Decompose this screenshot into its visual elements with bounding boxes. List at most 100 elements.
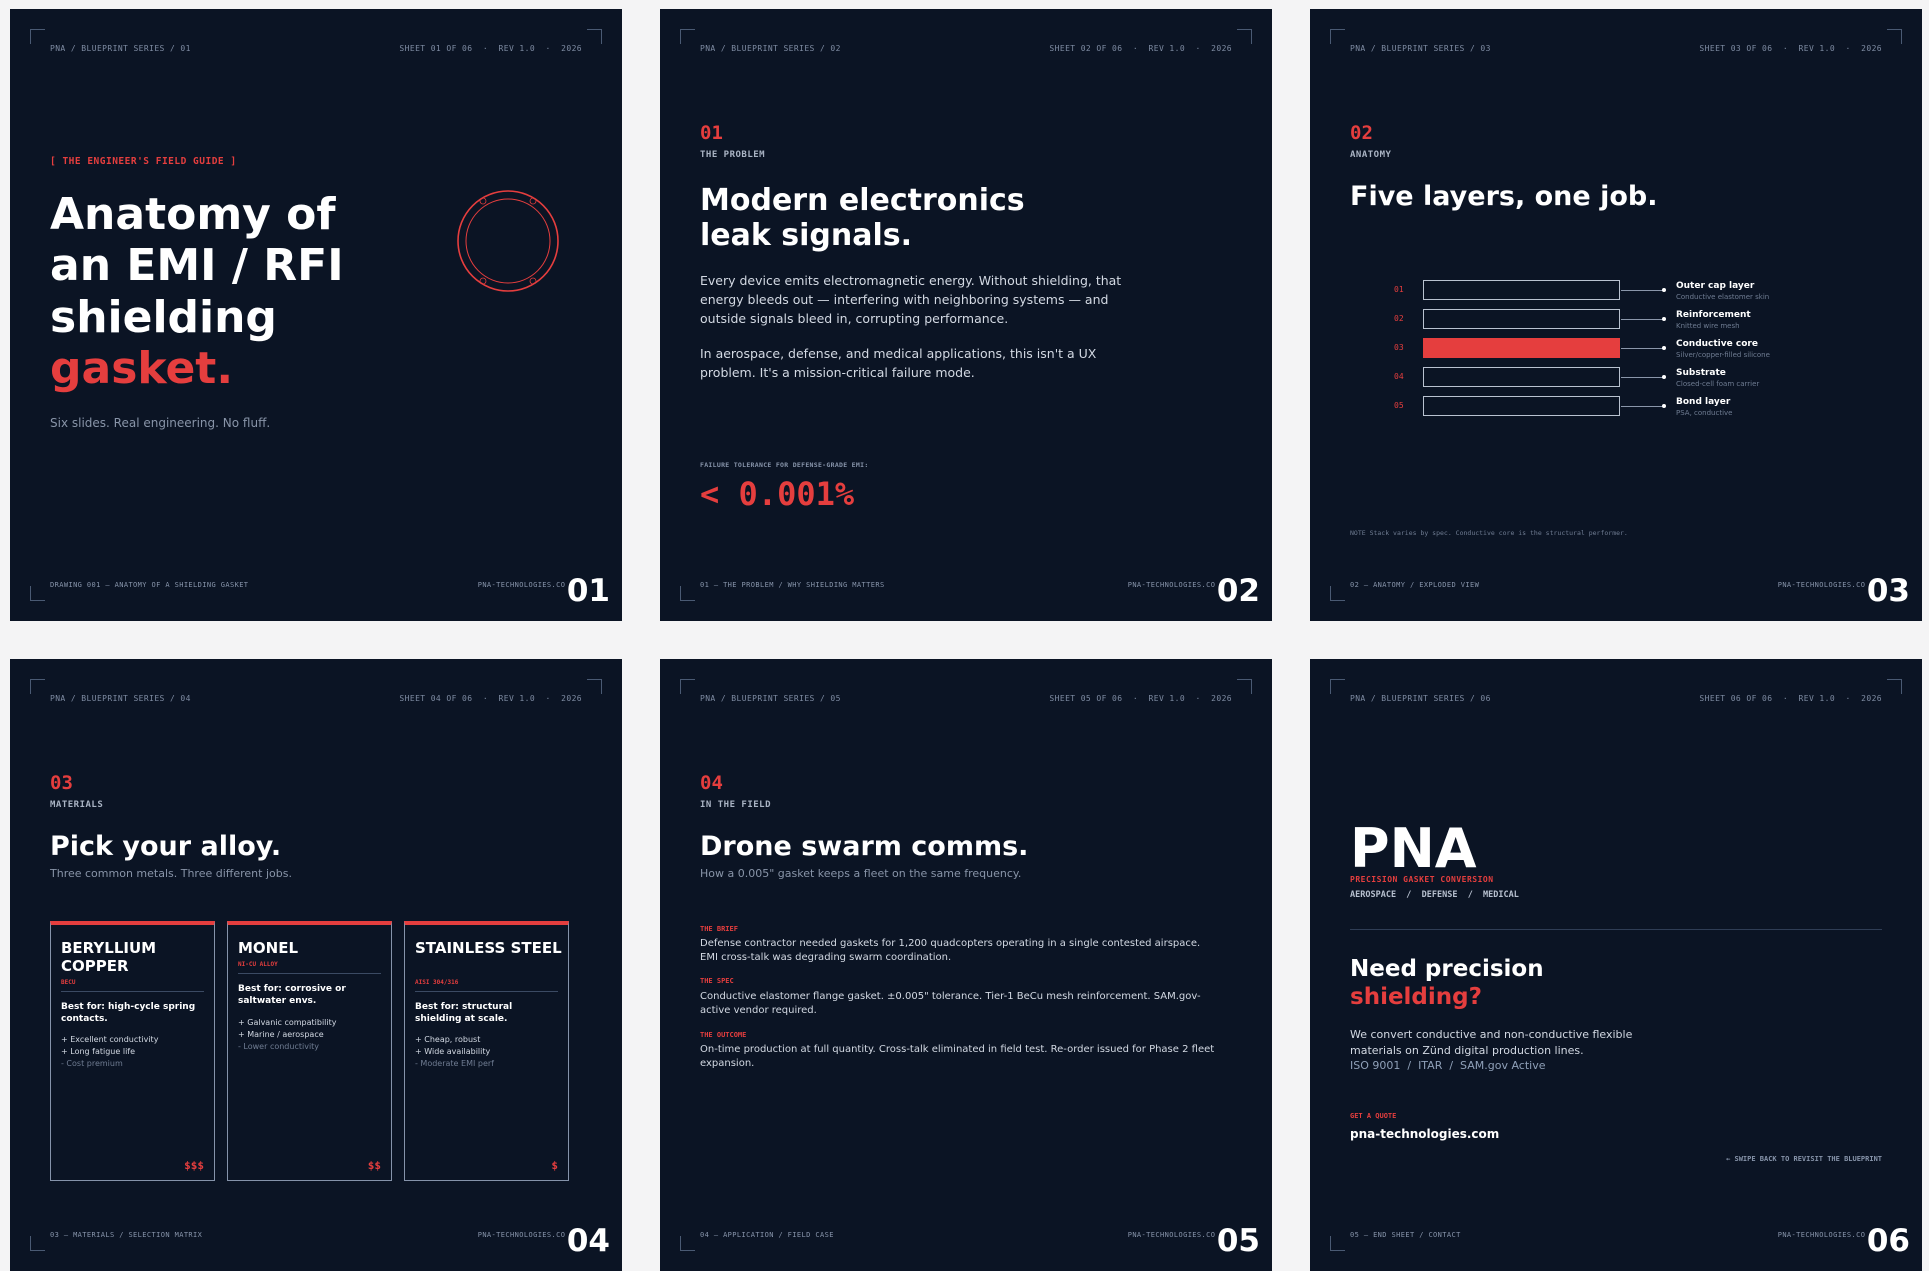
sheet-rev-label: SHEET 05 OF 06 · REV 1.0 · 2026 (1049, 694, 1232, 703)
case-outcome-label: THE OUTCOME (700, 1031, 747, 1039)
sheet-rev-label: SHEET 04 OF 06 · REV 1.0 · 2026 (399, 694, 582, 703)
leader-line (1621, 406, 1663, 407)
sheet-series-label: PNA / BLUEPRINT SERIES / 05 (700, 694, 841, 703)
page-number: 06 (1864, 1223, 1910, 1259)
card-best-for: Best for: corrosive or saltwater envs. (238, 984, 346, 1007)
layer-bar (1423, 367, 1620, 387)
leader-dot (1662, 346, 1666, 350)
leader-line (1621, 377, 1663, 378)
card-code: BECU (61, 979, 76, 986)
layer-desc: Silver/copper-filled silicone (1676, 351, 1770, 359)
divider (1350, 929, 1882, 930)
card-con: - Lower conductivity (238, 1042, 320, 1051)
card-best-for: Best for: high-cycle spring contacts. (61, 1002, 196, 1025)
corner-mark (1237, 679, 1252, 694)
layer-desc: PSA, conductive (1676, 409, 1733, 417)
card-code: AISI 304/316 (415, 979, 459, 986)
slide-3: PNA / BLUEPRINT SERIES / 03 SHEET 03 OF … (1310, 9, 1922, 621)
card-pro: + Galvanic compatibility (238, 1018, 337, 1027)
case-spec-label: THE SPEC (700, 977, 734, 985)
layer-bar-highlight (1423, 338, 1620, 358)
page-title: Drone swarm comms. (700, 831, 1029, 862)
card-pro: + Wide availability (415, 1047, 491, 1056)
corner-mark (680, 679, 695, 694)
section-number: 02 (1350, 122, 1373, 144)
layer-number: 05 (1394, 401, 1404, 410)
corner-mark (1887, 679, 1902, 694)
leader-line (1621, 319, 1663, 320)
website-link[interactable]: pna-technologies.com (1350, 1127, 1499, 1141)
leader-dot (1662, 288, 1666, 292)
certifications: ISO 9001 / ITAR / SAM.gov Active (1350, 1059, 1546, 1072)
section-label: THE PROBLEM (700, 150, 766, 160)
footer-site-label: PNA-TECHNOLOGIES.COM (1127, 581, 1220, 589)
layer-name: Substrate (1676, 368, 1726, 378)
problem-paragraph: Every device emits electromagnetic energ… (700, 273, 1122, 326)
corner-mark (1237, 29, 1252, 44)
footer-drawing-label: 05 — END SHEET / CONTACT (1350, 1231, 1461, 1239)
alloy-card: BERYLLIUM COPPER BECU Best for: high-cyc… (50, 921, 215, 1181)
layer-name: Bond layer (1676, 397, 1731, 407)
layer-name: Conductive core (1676, 339, 1758, 349)
card-pro: + Marine / aerospace (238, 1030, 324, 1039)
cta-title: Need precision shielding? (1350, 956, 1544, 1011)
corner-mark (587, 29, 602, 44)
title-line: Modern electronics (700, 183, 1025, 218)
card-price: $$$ (184, 1159, 204, 1172)
layer-bar (1423, 309, 1620, 329)
card-price: $$ (367, 1159, 381, 1172)
section-number: 01 (700, 122, 723, 144)
card-title: BERYLLIUM COPPER (61, 939, 157, 975)
section-number: 04 (700, 772, 723, 794)
corner-mark (1330, 29, 1345, 44)
page-subtitle: Six slides. Real engineering. No fluff. (50, 416, 271, 430)
slide-6: PNA / BLUEPRINT SERIES / 06 SHEET 06 OF … (1310, 659, 1922, 1271)
corner-mark (1887, 29, 1902, 44)
sheet-rev-label: SHEET 03 OF 06 · REV 1.0 · 2026 (1699, 44, 1882, 53)
card-divider (415, 991, 558, 992)
diagram-note: NOTE Stack varies by spec. Conductive co… (1350, 529, 1628, 537)
slide-1: PNA / BLUEPRINT SERIES / 01 SHEET 01 OF … (10, 9, 622, 621)
corner-mark (680, 29, 695, 44)
layer-name: Outer cap layer (1676, 281, 1755, 291)
corner-mark (587, 679, 602, 694)
card-price: $ (551, 1159, 558, 1172)
footer-drawing-label: 04 — APPLICATION / FIELD CASE (700, 1231, 834, 1239)
title-line: shielding (50, 291, 277, 343)
layer-number: 04 (1394, 372, 1404, 381)
layer-desc: Conductive elastomer skin (1676, 293, 1770, 301)
card-pro: + Excellent conductivity (61, 1035, 159, 1044)
page-number: 04 (564, 1223, 610, 1259)
leader-line (1621, 348, 1663, 349)
section-number: 03 (50, 772, 73, 794)
layer-bar (1423, 396, 1620, 416)
leader-line (1621, 290, 1663, 291)
card-title: STAINLESS STEEL (415, 939, 562, 957)
alloy-card: STAINLESS STEEL AISI 304/316 Best for: s… (404, 921, 569, 1181)
leader-dot (1662, 317, 1666, 321)
gasket-ring-icon (457, 190, 559, 292)
corner-mark (30, 679, 45, 694)
section-label: IN THE FIELD (700, 800, 772, 810)
footer-drawing-label: 02 — ANATOMY / EXPLODED VIEW (1350, 581, 1480, 589)
footer-site-label: PNA-TECHNOLOGIES.COM (1777, 1231, 1870, 1239)
card-divider (238, 973, 381, 974)
layer-number: 01 (1394, 285, 1404, 294)
kicker: [ THE ENGINEER'S FIELD GUIDE ] (50, 156, 237, 167)
slide-4: PNA / BLUEPRINT SERIES / 04 SHEET 04 OF … (10, 659, 622, 1271)
footer-drawing-label: 03 — MATERIALS / SELECTION MATRIX (50, 1231, 203, 1239)
layer-number: 02 (1394, 314, 1404, 323)
card-con: - Cost premium (61, 1059, 123, 1068)
cta-text: We convert conductive and non-conductive… (1350, 1028, 1633, 1057)
footer-site-label: PNA-TECHNOLOGIES.COM (477, 1231, 570, 1239)
title-line: an EMI / RFI (50, 240, 344, 292)
case-brief-text: Defense contractor needed gaskets for 1,… (700, 938, 1201, 963)
layer-name: Reinforcement (1676, 310, 1751, 320)
corner-mark (30, 1236, 45, 1251)
slide-2: PNA / BLUEPRINT SERIES / 02 SHEET 02 OF … (660, 9, 1272, 621)
card-code: NI-CU ALLOY (238, 961, 278, 968)
page-number: 02 (1214, 573, 1260, 609)
page-title: Pick your alloy. (50, 831, 282, 862)
sheet-rev-label: SHEET 06 OF 06 · REV 1.0 · 2026 (1699, 694, 1882, 703)
case-outcome-text: On-time production at full quantity. Cro… (700, 1044, 1215, 1069)
